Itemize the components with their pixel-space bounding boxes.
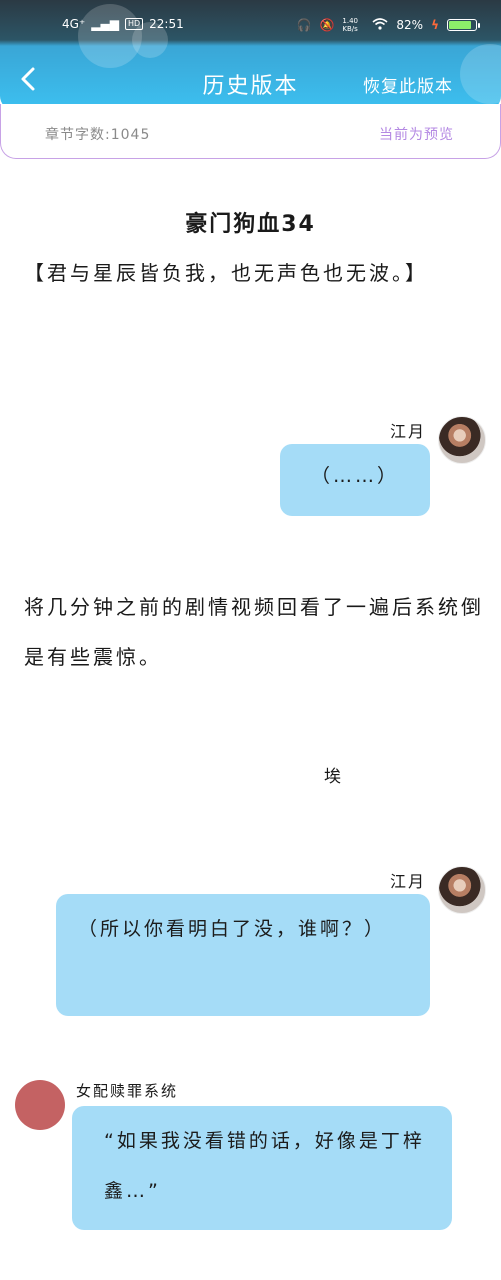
headphones-icon: 🎧 [296, 18, 312, 32]
narration-paragraph: 【君与星辰皆负我，也无声色也无波。】 [24, 261, 428, 285]
hd-badge: HD [124, 18, 144, 30]
interjection-text: 埃 [324, 767, 341, 787]
narration-paragraph: 将几分钟之前的剧情视频回看了一遍后系统倒是有些震惊。 [24, 595, 484, 669]
chat-bubble: （……） [280, 444, 430, 516]
avatar[interactable] [438, 866, 486, 914]
top-header-bar: 4G⁺ ▂▄▆ HD 22:51 🎧 🔕 1.40 KB/s 82% ϟ 历史版… [0, 0, 501, 110]
clock: 22:51 [149, 17, 184, 31]
avatar[interactable] [15, 1080, 65, 1130]
chat-bubble: （所以你看明白了没，谁啊？） [56, 894, 430, 1016]
wifi-icon [372, 17, 388, 33]
preview-status: 当前为预览 [379, 127, 454, 143]
signal-icon: ▂▄▆ [91, 17, 119, 31]
charging-icon: ϟ [431, 18, 439, 32]
chapter-title: 豪门狗血34 [185, 212, 316, 237]
speaker-name: 江月 [390, 872, 427, 891]
speaker-name: 江月 [390, 422, 427, 441]
speaker-name: 女配赎罪系统 [76, 1082, 179, 1100]
network-indicator: 4G⁺ [62, 17, 86, 31]
battery-icon [447, 19, 480, 31]
mute-bell-icon: 🔕 [319, 18, 335, 32]
word-count: 章节字数:1045 [45, 127, 151, 143]
chapter-info-strip: 章节字数:1045 当前为预览 [0, 104, 501, 159]
status-bar: 4G⁺ ▂▄▆ HD 22:51 🎧 🔕 1.40 KB/s 82% ϟ [0, 0, 501, 42]
chat-bubble: “如果我没看错的话，好像是丁梓鑫…” [72, 1106, 452, 1230]
battery-percent: 82% [396, 18, 424, 32]
avatar[interactable] [438, 416, 486, 464]
network-speed: 1.40 KB/s [342, 17, 358, 33]
restore-version-button[interactable]: 恢复此版本 [363, 72, 453, 97]
nav-header: 历史版本 恢复此版本 [0, 54, 501, 110]
